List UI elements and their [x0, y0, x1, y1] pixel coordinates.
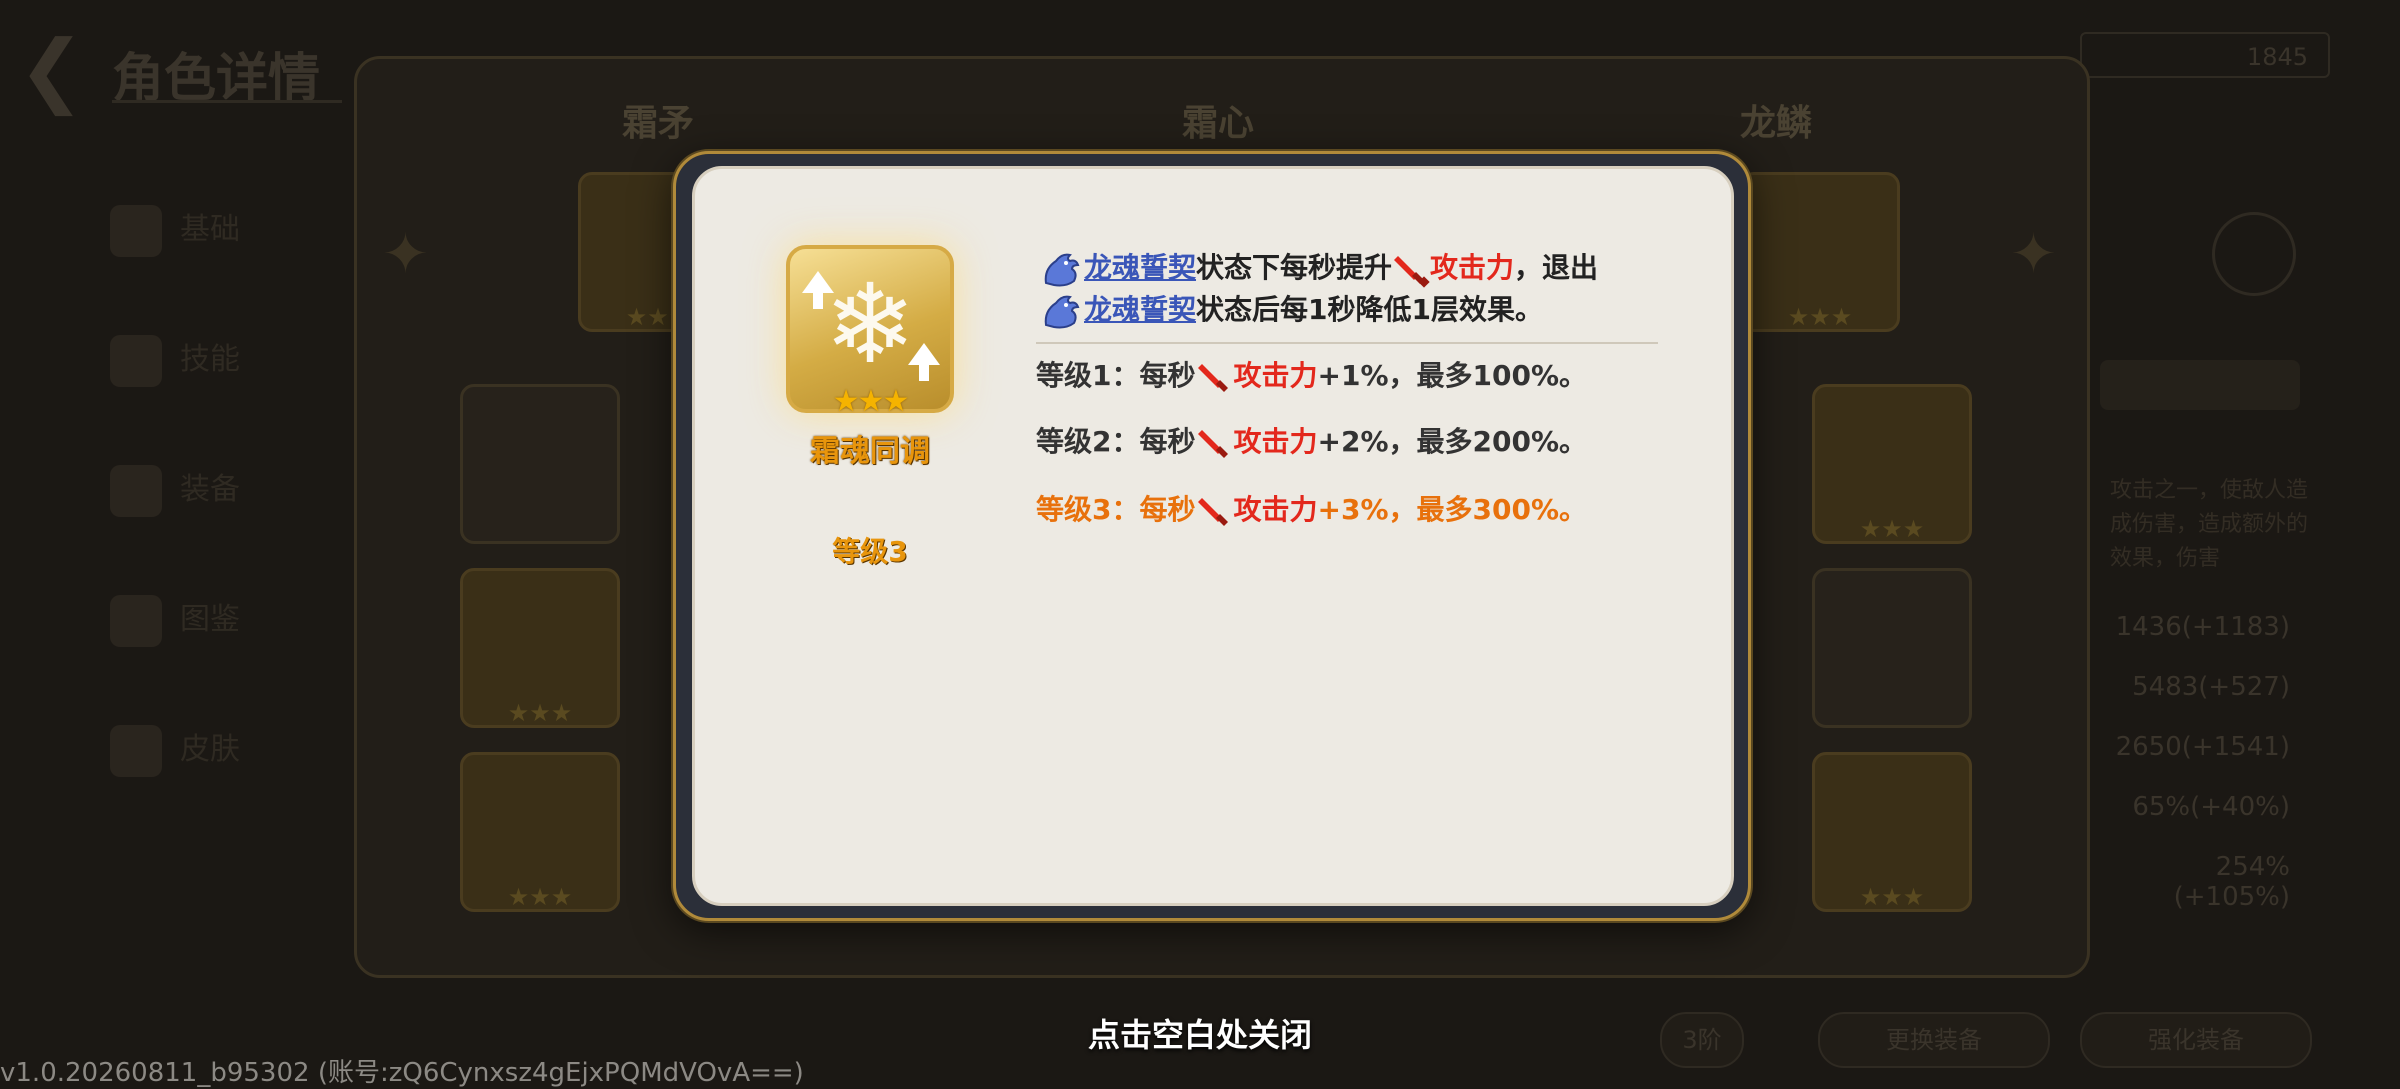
- back-arrow-icon[interactable]: ❮: [18, 30, 108, 110]
- sword-icon: [1197, 430, 1228, 458]
- level-line-3-current: 等级3：每秒 攻击力+3%，最多300%。: [1036, 490, 1587, 530]
- level-line-1: 等级1：每秒 攻击力+1%，最多100%。: [1036, 356, 1587, 396]
- settings-icon[interactable]: [2212, 212, 2296, 296]
- description-line-1: 龙魂誓契状态下每秒提升 攻击力，退出: [1040, 248, 1598, 288]
- rune-slot-3[interactable]: ★★★: [460, 752, 620, 912]
- stat-value: 65%(+40%): [2132, 792, 2290, 822]
- dragon-soul-icon: [1044, 295, 1080, 329]
- rune-slot-4[interactable]: ★★★: [1812, 384, 1972, 544]
- sparkle-icon: ✦: [2010, 222, 2057, 287]
- skill-name: 霜魂同调: [810, 434, 930, 469]
- currency-display: 1845: [2080, 32, 2330, 78]
- stat-value: 254%(+105%): [2173, 852, 2290, 912]
- header-divider: [112, 100, 342, 103]
- slot-label-frost-heart: 霜心: [1182, 103, 1255, 144]
- slot-label-dragon-scale: 龙鳞: [1740, 103, 1813, 144]
- sidebar-item-basic[interactable]: 基础: [110, 190, 340, 270]
- keyword-dragon-soul-oath[interactable]: 龙魂誓契: [1084, 293, 1196, 326]
- rune-slot-6[interactable]: ★★★: [1812, 752, 1972, 912]
- skill-level: 等级3: [832, 535, 908, 568]
- sidebar-item-skill[interactable]: 技能: [110, 320, 340, 400]
- stat-value: 2650(+1541): [2115, 732, 2290, 762]
- level-bar: [2100, 360, 2300, 410]
- arrow-up-icon: [802, 271, 834, 293]
- dragon-soul-icon: [1044, 253, 1080, 287]
- arrow-up-icon: [908, 343, 940, 365]
- rune-slot-5[interactable]: [1812, 568, 1972, 728]
- rune-slot-1[interactable]: [460, 384, 620, 544]
- equip-slot-scale[interactable]: ★★★: [1740, 172, 1900, 332]
- stat-attack: 攻击力: [1430, 251, 1515, 284]
- equip-description: 攻击之一，使敌人造成伤害，造成额外的效果，伤害: [2110, 478, 2309, 571]
- stat-value: 1436(+1183): [2115, 612, 2290, 642]
- gallery-icon: [110, 594, 162, 647]
- snowflake-upgrade-icon: ❄ ★★★: [786, 245, 954, 419]
- star-rating: ★★★: [832, 384, 910, 419]
- sword-icon: [1197, 364, 1228, 392]
- equipment-icon: [110, 464, 162, 517]
- sidebar-item-gallery[interactable]: 图鉴: [110, 580, 340, 660]
- close-hint[interactable]: 点击空白处关闭: [0, 1010, 2400, 1056]
- sword-icon: [1394, 256, 1430, 288]
- stat-value: 5483(+527): [2132, 672, 2290, 702]
- level-line-2: 等级2：每秒 攻击力+2%，最多200%。: [1036, 422, 1587, 462]
- rune-slot-2[interactable]: ★★★: [460, 568, 620, 728]
- sparkle-icon: ✦: [382, 222, 429, 287]
- sidebar-item-equipment[interactable]: 装备: [110, 450, 340, 530]
- sidebar-item-skin[interactable]: 皮肤: [110, 710, 340, 790]
- basic-icon: [110, 204, 162, 257]
- skill-tab-icon: [110, 334, 162, 387]
- sword-icon: [1197, 498, 1228, 526]
- keyword-dragon-soul-oath[interactable]: 龙魂誓契: [1084, 251, 1196, 284]
- description-line-2: 龙魂誓契状态后每1秒降低1层效果。: [1040, 290, 1543, 330]
- version-label: v1.0.20260811_b95302 (账号:zQ6Cynxsz4gEjxP…: [0, 1058, 804, 1088]
- description-divider: [1036, 342, 1658, 344]
- slot-label-frost-spear: 霜矛: [622, 103, 695, 144]
- skin-icon: [110, 724, 162, 777]
